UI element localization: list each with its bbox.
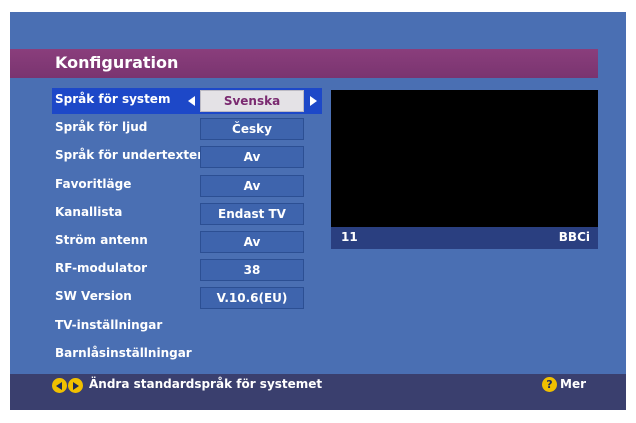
menu-item-label: Barnlåsinställningar bbox=[55, 345, 192, 360]
menu-item-label: Språk för undertexter bbox=[55, 148, 204, 163]
video-preview: 11 BBCi bbox=[331, 90, 598, 249]
right-button-icon bbox=[68, 378, 83, 393]
title-bar: Konfiguration bbox=[10, 49, 598, 78]
menu-item-value[interactable]: 38 bbox=[200, 259, 304, 282]
menu-item-value[interactable]: Česky bbox=[200, 118, 304, 141]
arrow-left-icon[interactable] bbox=[188, 96, 195, 106]
menu-item-label: SW Version bbox=[55, 289, 132, 304]
menu-item-value[interactable]: Av bbox=[200, 174, 304, 197]
menu-item-value[interactable]: Endast TV bbox=[200, 202, 304, 225]
menu-item-value[interactable]: Svenska bbox=[200, 90, 304, 112]
menu-item-label: Ström antenn bbox=[55, 232, 148, 247]
menu-item-channel-list[interactable]: Kanallista Endast TV bbox=[52, 201, 322, 229]
menu-item-label: Favoritläge bbox=[55, 176, 132, 191]
channel-name: BBCi bbox=[558, 230, 590, 244]
menu-item-label: RF-modulator bbox=[55, 261, 148, 276]
menu-item-system-language[interactable]: Språk för system Svenska bbox=[52, 88, 322, 116]
help-icon: ? bbox=[542, 377, 557, 392]
channel-info-bar: 11 BBCi bbox=[331, 227, 598, 249]
menu-item-value: V.10.6(EU) bbox=[200, 287, 304, 310]
tv-screen: Konfiguration Språk för system Svenska S… bbox=[10, 12, 626, 410]
menu-item-label: Kanallista bbox=[55, 204, 123, 219]
left-button-icon bbox=[52, 378, 67, 393]
page-title: Konfiguration bbox=[55, 53, 179, 72]
arrow-right-icon[interactable] bbox=[310, 96, 317, 106]
menu-item-value[interactable]: Av bbox=[200, 146, 304, 169]
menu-item-value[interactable]: Av bbox=[200, 230, 304, 253]
footer-hint: Ändra standardspråk för systemet bbox=[89, 377, 323, 391]
help-label: Mer bbox=[560, 377, 586, 391]
menu-item-label: Språk för ljud bbox=[55, 120, 148, 135]
footer-bar: Ändra standardspråk för systemet ? Mer bbox=[10, 374, 626, 410]
menu-item-tv-settings[interactable]: TV-inställningar bbox=[52, 314, 322, 342]
menu-item-audio-language[interactable]: Språk för ljud Česky bbox=[52, 116, 322, 144]
menu-item-label: TV-inställningar bbox=[55, 317, 163, 332]
menu-item-sw-version[interactable]: SW Version V.10.6(EU) bbox=[52, 285, 322, 313]
help-button[interactable]: ? Mer bbox=[542, 377, 586, 392]
menu-item-rf-modulator[interactable]: RF-modulator 38 bbox=[52, 257, 322, 285]
menu-item-favorite-mode[interactable]: Favoritläge Av bbox=[52, 173, 322, 201]
channel-number: 11 bbox=[341, 230, 358, 244]
settings-menu: Språk för system Svenska Språk för ljud … bbox=[52, 88, 322, 370]
menu-item-subtitle-language[interactable]: Språk för undertexter Av bbox=[52, 144, 322, 172]
menu-item-antenna-power[interactable]: Ström antenn Av bbox=[52, 229, 322, 257]
menu-item-parental-lock-settings[interactable]: Barnlåsinställningar bbox=[52, 342, 322, 370]
menu-item-label: Språk för system bbox=[55, 92, 171, 106]
